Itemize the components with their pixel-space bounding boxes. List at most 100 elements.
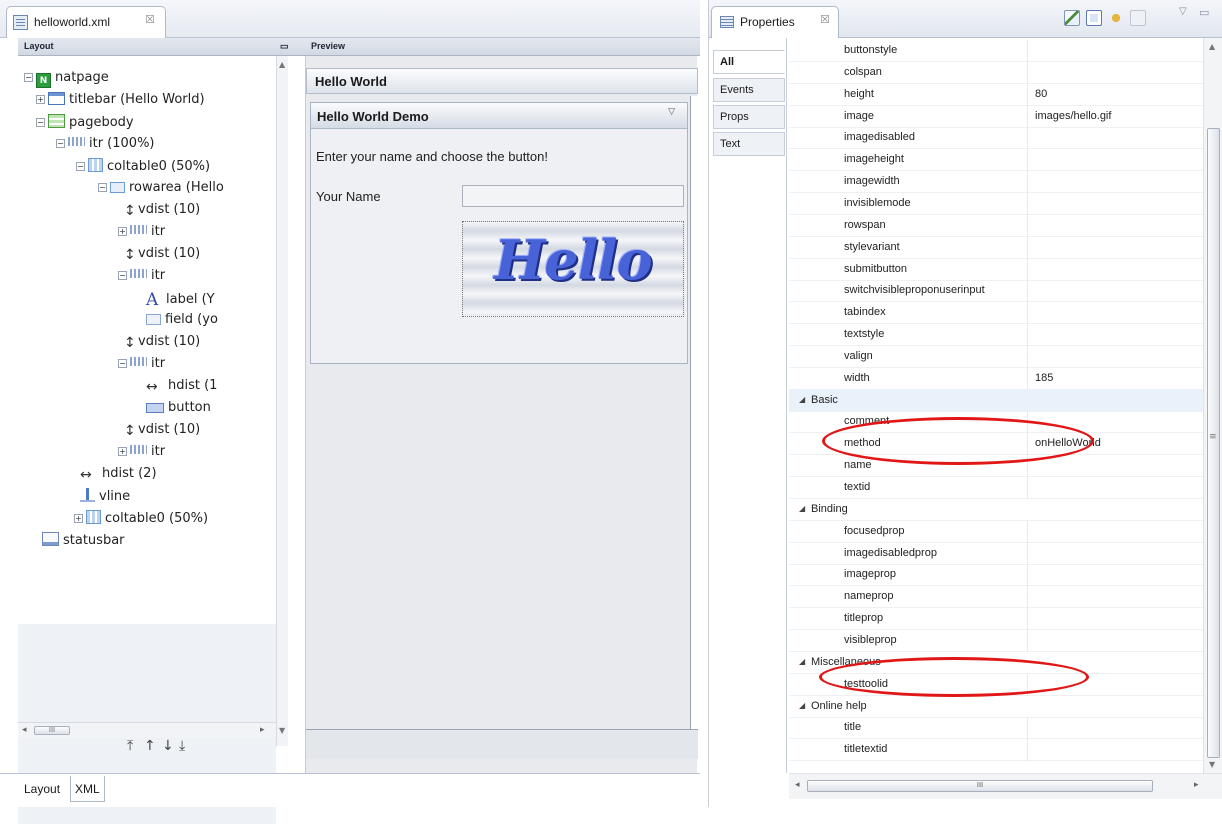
expand-icon[interactable]: +: [118, 227, 127, 236]
property-value[interactable]: images/hello.gif: [1035, 110, 1111, 122]
property-row[interactable]: stylevariant: [789, 236, 1203, 259]
tree-item[interactable]: ↕ vdist (10): [118, 202, 200, 224]
pagebody-icon: [48, 114, 65, 128]
horizontal-scroll-thumb[interactable]: III: [807, 780, 1153, 792]
tree-item[interactable]: ↕ vdist (10): [118, 334, 200, 356]
layout-collapse[interactable]: ▭: [276, 38, 305, 56]
close-icon[interactable]: ☒: [820, 13, 830, 26]
property-value[interactable]: 80: [1035, 88, 1047, 100]
property-grid-vertical-scrollbar[interactable]: ▲ ≡ ▼: [1203, 38, 1222, 773]
tree-item[interactable]: ↔ hdist (1: [140, 378, 217, 400]
restore-default-icon[interactable]: [1130, 10, 1146, 26]
show-advanced-icon[interactable]: [1108, 10, 1124, 26]
property-row[interactable]: valign: [789, 345, 1203, 368]
collapse-icon[interactable]: −: [56, 139, 65, 148]
tree-item[interactable]: − coltable0 (50%): [76, 158, 210, 180]
property-row[interactable]: imagewidth: [789, 171, 1203, 194]
close-icon[interactable]: ☒: [145, 13, 155, 26]
collapse-chevron-icon[interactable]: ▽: [668, 106, 675, 117]
collapse-icon[interactable]: −: [36, 118, 45, 127]
collapse-icon[interactable]: −: [98, 183, 107, 192]
collapse-icon[interactable]: −: [24, 73, 33, 82]
property-row[interactable]: invisiblemode: [789, 192, 1203, 215]
tree-item[interactable]: ↕ vdist (10): [118, 246, 200, 268]
property-row[interactable]: height 80: [789, 83, 1203, 106]
property-category-row[interactable]: ◢ Binding: [789, 499, 1203, 521]
tree-item[interactable]: − pagebody: [36, 114, 134, 136]
property-row[interactable]: titletextid: [789, 739, 1203, 762]
show-categories-icon[interactable]: [1086, 10, 1102, 26]
tree-item[interactable]: statusbar: [36, 532, 125, 554]
property-row[interactable]: rowspan: [789, 214, 1203, 237]
property-row[interactable]: focusedprop: [789, 520, 1203, 543]
expand-icon[interactable]: +: [118, 447, 127, 456]
category-tab-text[interactable]: Text: [713, 132, 785, 156]
category-tab-events[interactable]: Events: [713, 78, 785, 102]
preview-hello-button[interactable]: Hello: [462, 221, 684, 317]
property-category-row[interactable]: ◢ Basic: [789, 389, 1203, 412]
property-row[interactable]: nameprop: [789, 586, 1203, 609]
property-row[interactable]: imageheight: [789, 149, 1203, 172]
move-down-button[interactable]: ↓: [162, 738, 174, 754]
tree-item[interactable]: + itr: [118, 444, 165, 466]
property-row[interactable]: titleprop: [789, 608, 1203, 631]
view-menu-icon[interactable]: ▽: [1179, 6, 1195, 22]
move-up-button[interactable]: ↑: [144, 738, 156, 754]
tree-item[interactable]: ↕ vdist (10): [118, 422, 200, 444]
layout-tree-horizontal-scrollbar[interactable]: ◂ III ▸: [18, 722, 276, 738]
pin-to-selection-icon[interactable]: [1064, 10, 1080, 26]
minimize-icon[interactable]: ▭: [1199, 6, 1215, 22]
property-row[interactable]: visibleprop: [789, 629, 1203, 652]
property-row[interactable]: width 185: [789, 367, 1203, 390]
tree-item[interactable]: button: [140, 400, 211, 422]
tab-layout[interactable]: Layout: [20, 776, 64, 802]
tree-item[interactable]: − itr: [118, 356, 165, 378]
expand-icon[interactable]: +: [36, 95, 45, 104]
tree-item[interactable]: + titlebar (Hello World): [36, 92, 205, 114]
collapse-icon[interactable]: −: [118, 271, 127, 280]
collapse-icon[interactable]: −: [118, 359, 127, 368]
property-row[interactable]: imagedisabledprop: [789, 542, 1203, 565]
property-row[interactable]: submitbutton: [789, 258, 1203, 281]
collapse-triangle-icon[interactable]: ◢: [799, 701, 805, 710]
move-top-button[interactable]: ⤒: [127, 738, 133, 754]
tree-item[interactable]: − itr: [118, 268, 165, 290]
property-row[interactable]: imageprop: [789, 564, 1203, 587]
tree-item[interactable]: + coltable0 (50%): [74, 510, 208, 532]
tree-item[interactable]: − itr (100%): [56, 136, 155, 158]
collapse-triangle-icon[interactable]: ◢: [799, 504, 805, 513]
tree-item[interactable]: − Nnatpage: [24, 70, 109, 92]
property-grid-horizontal-scrollbar[interactable]: ◂ III ▸: [789, 773, 1222, 799]
expand-icon[interactable]: +: [74, 514, 83, 523]
property-row[interactable]: buttonstyle: [789, 40, 1203, 62]
property-row[interactable]: image images/hello.gif: [789, 105, 1203, 128]
vertical-scroll-thumb[interactable]: [1207, 128, 1220, 758]
property-row[interactable]: textstyle: [789, 324, 1203, 347]
tree-item[interactable]: ↔ hdist (2): [74, 466, 157, 488]
tree-item[interactable]: − rowarea (Hello: [98, 180, 224, 202]
tree-item[interactable]: vline: [74, 488, 130, 510]
move-bottom-button[interactable]: ⤓: [179, 738, 185, 754]
tree-item[interactable]: Alabel (Y: [140, 290, 215, 312]
collapse-icon[interactable]: −: [76, 162, 85, 171]
property-category-tabs: All Events Props Text: [709, 38, 787, 773]
tree-item[interactable]: field (yo: [140, 312, 218, 334]
property-category-row[interactable]: ◢ Online help: [789, 696, 1203, 718]
property-row[interactable]: colspan: [789, 61, 1203, 84]
property-row[interactable]: textid: [789, 477, 1203, 499]
preview-name-field[interactable]: [462, 185, 684, 207]
tab-xml[interactable]: XML: [70, 776, 105, 802]
property-value[interactable]: 185: [1035, 372, 1053, 384]
editor-tab-helloworld[interactable]: helloworld.xml ☒: [6, 6, 166, 38]
category-tab-all[interactable]: All: [713, 50, 785, 74]
property-row[interactable]: title: [789, 717, 1203, 740]
property-row[interactable]: switchvisibleproponuserinput: [789, 280, 1203, 303]
collapse-triangle-icon[interactable]: ◢: [799, 395, 805, 404]
collapse-triangle-icon[interactable]: ◢: [799, 657, 805, 666]
tree-item[interactable]: + itr: [118, 224, 165, 246]
property-row[interactable]: imagedisabled: [789, 127, 1203, 150]
category-tab-props[interactable]: Props: [713, 105, 785, 129]
properties-tab[interactable]: Properties ☒: [711, 6, 839, 38]
property-row[interactable]: tabindex: [789, 302, 1203, 325]
layout-tree-vertical-scrollbar[interactable]: ▲ ▼: [276, 56, 288, 746]
